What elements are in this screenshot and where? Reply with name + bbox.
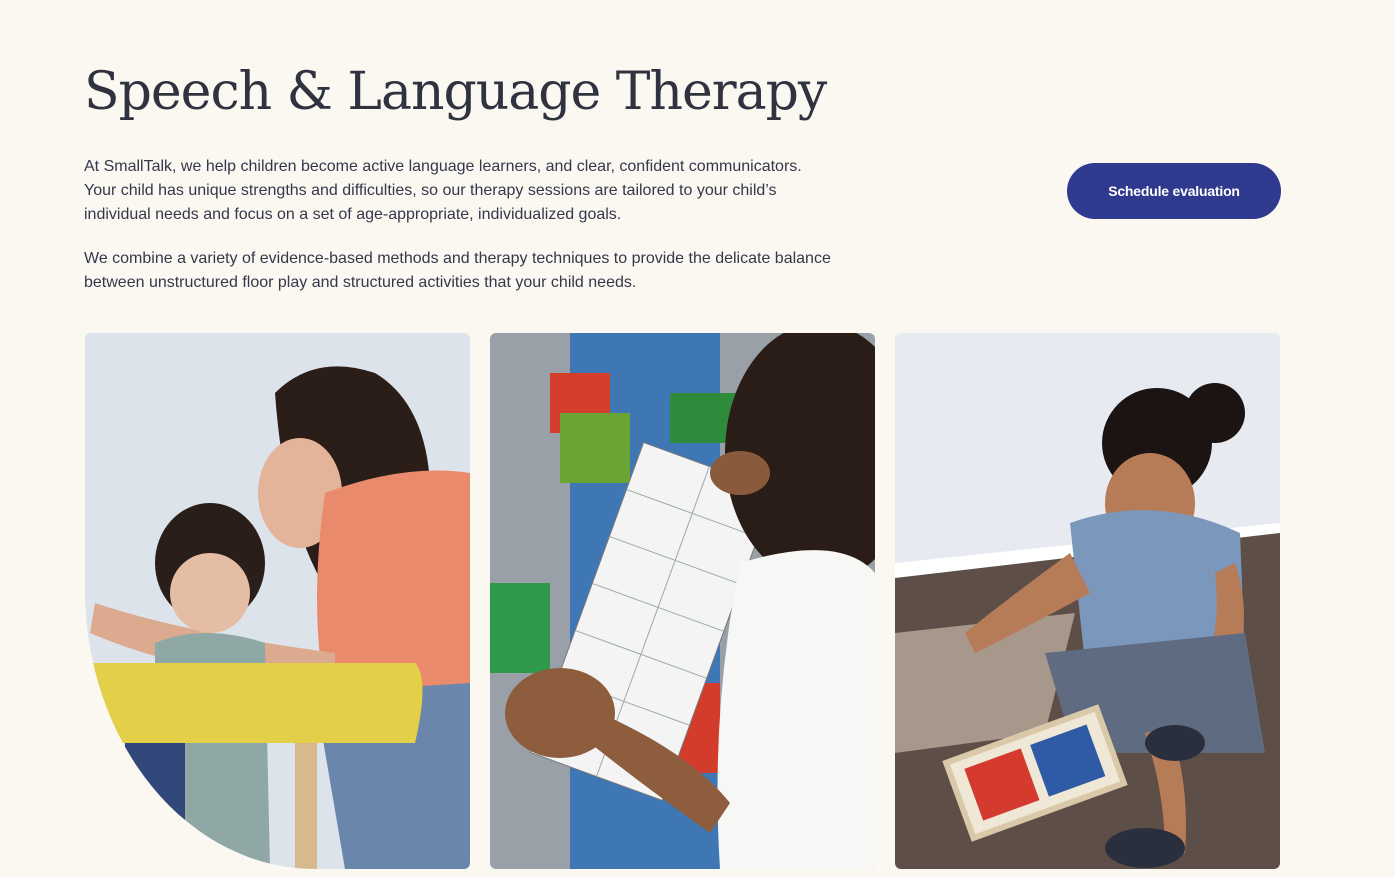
intro-paragraph-1: At SmallTalk, we help children become ac… bbox=[84, 158, 802, 223]
child-playing-with-letters-photo bbox=[895, 333, 1280, 869]
page-title: Speech & Language Therapy bbox=[84, 62, 827, 122]
child-with-word-cards-photo bbox=[490, 333, 875, 869]
intro-paragraph-2: We combine a variety of evidence-based m… bbox=[84, 250, 831, 291]
schedule-evaluation-button[interactable]: Schedule evaluation bbox=[1067, 163, 1281, 219]
therapist-with-child-photo bbox=[85, 333, 470, 869]
intro-text: At SmallTalk, we help children become ac… bbox=[84, 155, 834, 315]
